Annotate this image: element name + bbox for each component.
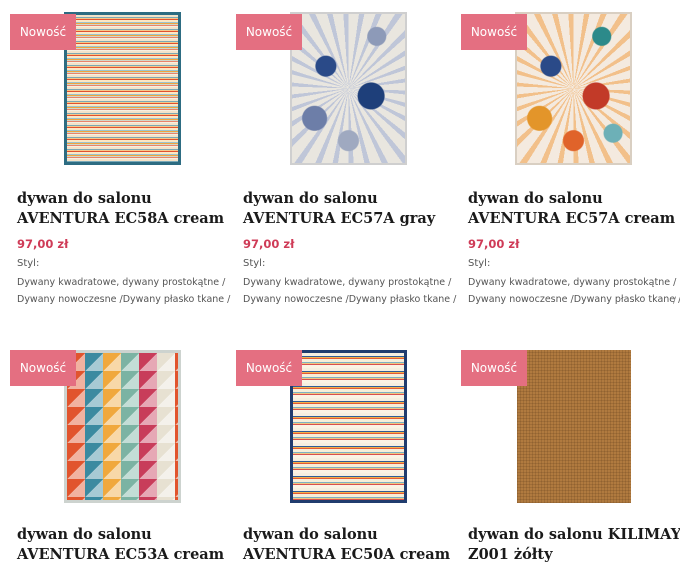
new-badge: Nowość [461, 350, 527, 386]
style-label: Styl: [468, 258, 491, 269]
category-links[interactable]: Dywany nowoczesne /Dywany płasko tkane / [468, 294, 680, 305]
style-label: Styl: [17, 258, 40, 269]
new-badge: Nowość [461, 14, 527, 50]
new-badge: Nowość [10, 350, 76, 386]
category-links[interactable]: Dywany kwadratowe, dywany prostokątne / [243, 277, 451, 288]
product-title[interactable]: dywan do salonu AVENTURA EC58A cream [17, 189, 237, 229]
category-links[interactable]: Dywany nowoczesne /Dywany płasko tkane / [17, 294, 230, 305]
product-price: 97,00 zł [17, 237, 69, 251]
product-card[interactable]: Nowość dywan do salonu AVENTURA EC57A gr… [226, 0, 456, 320]
product-card[interactable]: Nowość dywan do salonu AVENTURA EC50A cr… [226, 336, 451, 566]
product-title[interactable]: dywan do salonu KILIMAY Z001 żółty [468, 525, 680, 565]
new-badge: Nowość [236, 350, 302, 386]
category-links[interactable]: Dywany kwadratowe, dywany prostokątne / [468, 277, 676, 288]
new-badge: Nowość [236, 14, 302, 50]
product-card[interactable]: Nowość dywan do salonu AVENTURA EC53A cr… [0, 336, 225, 566]
product-card[interactable]: Nowość dywan do salonu AVENTURA EC58A cr… [0, 0, 230, 320]
style-label: Styl: [243, 258, 266, 269]
new-badge: Nowość [10, 14, 76, 50]
product-card[interactable]: Nowość dywan do salonu KILIMAY Z001 żółt… [451, 336, 680, 566]
product-price: 97,00 zł [468, 237, 520, 251]
product-price: 97,00 zł [243, 237, 295, 251]
product-title[interactable]: dywan do salonu AVENTURA EC50A cream [243, 525, 463, 565]
category-links[interactable]: Dywany nowoczesne /Dywany płasko tkane / [243, 294, 456, 305]
product-card[interactable]: Nowość dywan do salonu AVENTURA EC57A cr… [451, 0, 680, 320]
product-title[interactable]: dywan do salonu AVENTURA EC53A cream [17, 525, 237, 565]
scroll-right-icon[interactable]: / [673, 296, 676, 306]
product-title[interactable]: dywan do salonu AVENTURA EC57A cream [468, 189, 680, 229]
category-links[interactable]: Dywany kwadratowe, dywany prostokątne / [17, 277, 225, 288]
product-title[interactable]: dywan do salonu AVENTURA EC57A gray [243, 189, 463, 229]
